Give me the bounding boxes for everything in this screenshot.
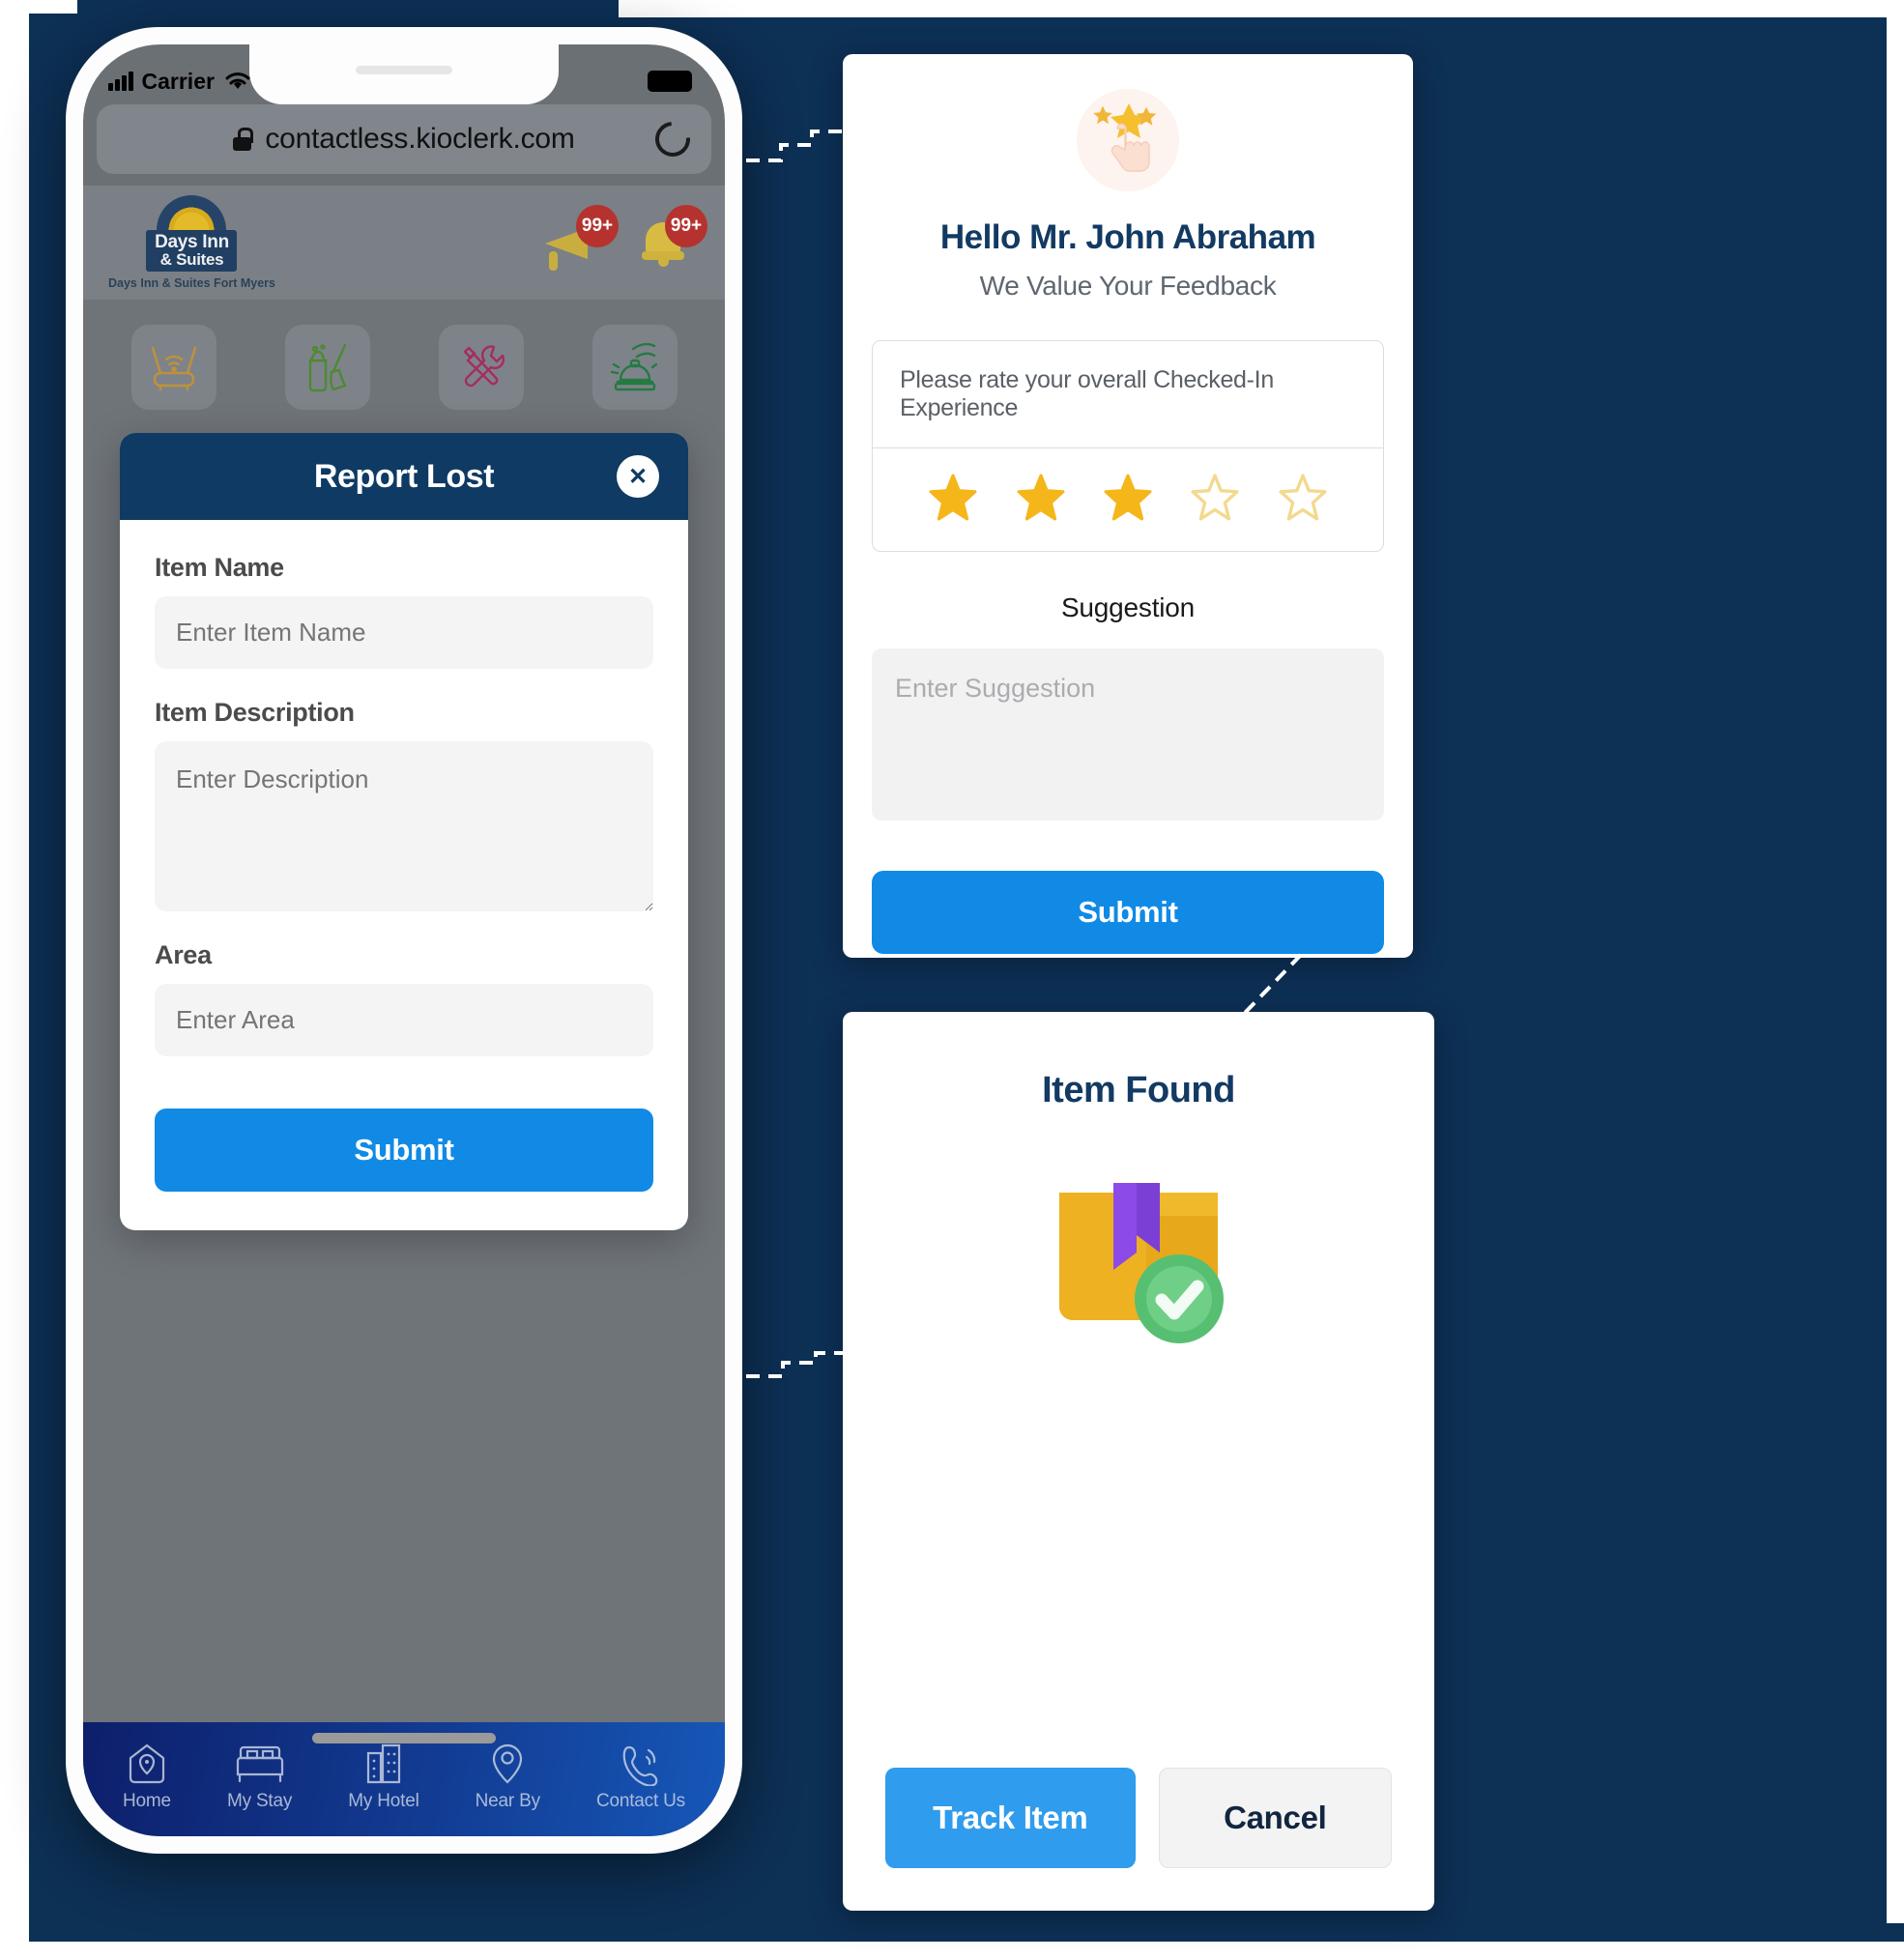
modal-body: Item Name Item Description Area Submit	[120, 520, 688, 1230]
connector-line-found2	[746, 1351, 858, 1378]
page-edge-left	[0, 0, 29, 1959]
connector-line-feedback	[746, 130, 858, 162]
page-root: Carrier contactless.kioclerk.com Days In…	[0, 0, 1904, 1959]
logo-line-2: & Suites	[159, 250, 224, 269]
phone-notch	[249, 44, 559, 104]
maintenance-tools-icon	[463, 345, 505, 388]
nav-label-near-by: Near By	[475, 1790, 540, 1811]
modal-header: Report Lost ✕	[120, 433, 688, 520]
hotel-header: Days Inn & Suites Days Inn & Suites Fort…	[83, 186, 725, 300]
item-name-input[interactable]	[155, 596, 653, 669]
package-check-icon	[1038, 1158, 1239, 1356]
item-found-title: Item Found	[1042, 1070, 1235, 1110]
hotel-logo: Days Inn & Suites Days Inn & Suites Fort…	[108, 195, 275, 290]
lock-icon	[233, 128, 253, 151]
suggestion-input[interactable]: Enter Suggestion	[872, 648, 1384, 821]
announcements-button[interactable]: 99+	[543, 205, 619, 271]
notifications-button[interactable]: 99+	[632, 205, 707, 271]
page-edge-topleft	[0, 0, 77, 14]
browser-url-bar[interactable]: contactless.kioclerk.com	[97, 104, 711, 174]
logo-line-1: Days Inn	[155, 232, 229, 252]
service-shortcuts	[83, 300, 725, 431]
service-bell-button[interactable]	[591, 325, 678, 410]
signal-bars-icon	[108, 72, 133, 91]
area-input[interactable]	[155, 984, 653, 1056]
connector-line-found	[1243, 953, 1303, 1015]
star-filled-icon[interactable]	[928, 474, 978, 522]
suggestion-label: Suggestion	[1060, 592, 1196, 622]
announcements-badge: 99+	[576, 205, 619, 247]
star-filled-icon[interactable]	[1103, 474, 1153, 522]
service-housekeeping-button[interactable]	[284, 325, 370, 410]
feedback-greeting: Hello Mr. John Abraham	[939, 218, 1316, 256]
service-bell-icon	[610, 342, 657, 391]
cancel-button[interactable]: Cancel	[1158, 1768, 1392, 1868]
notification-group: 99+ 99+	[543, 205, 707, 271]
service-maintenance-button[interactable]	[438, 325, 524, 410]
modal-title: Report Lost	[313, 457, 495, 495]
nav-label-my-hotel: My Hotel	[348, 1790, 419, 1811]
item-found-card: Item Found Track Item Cancel	[843, 1012, 1434, 1911]
rating-section: Please rate your overall Checked-In Expe…	[872, 340, 1384, 552]
close-icon[interactable]: ✕	[617, 455, 659, 498]
notifications-badge: 99+	[665, 205, 707, 247]
feedback-card: Hello Mr. John Abraham We Value Your Fee…	[843, 54, 1413, 958]
hand-tap-stars-icon	[1077, 89, 1179, 191]
feedback-submit-button[interactable]: Submit	[872, 871, 1384, 954]
wifi-router-icon	[151, 346, 196, 391]
nav-item-near-by[interactable]: Near By	[476, 1742, 540, 1812]
nav-item-my-stay[interactable]: My Stay	[227, 1742, 292, 1812]
nav-item-home[interactable]: Home	[123, 1742, 171, 1812]
rating-stars[interactable]	[873, 448, 1383, 551]
service-wifi-button[interactable]	[130, 325, 216, 410]
phone-mockup: Carrier contactless.kioclerk.com Days In…	[66, 27, 742, 1854]
feedback-subtitle: We Value Your Feedback	[979, 271, 1277, 301]
building-icon	[366, 1743, 401, 1783]
nav-item-contact-us[interactable]: Contact Us	[596, 1742, 685, 1812]
nav-label-contact-us: Contact Us	[595, 1790, 685, 1811]
star-empty-icon[interactable]	[1278, 474, 1328, 522]
housekeeping-broom-icon	[308, 343, 347, 392]
reload-icon[interactable]	[648, 114, 698, 164]
nav-label-my-stay: My Stay	[226, 1790, 293, 1811]
report-lost-submit-button[interactable]: Submit	[155, 1109, 653, 1192]
page-edge-bottom	[0, 1942, 1904, 1959]
phone-call-icon	[622, 1745, 658, 1786]
bed-icon	[236, 1745, 283, 1782]
star-empty-icon[interactable]	[1190, 474, 1240, 522]
home-pin-icon	[129, 1743, 165, 1783]
track-item-button[interactable]: Track Item	[885, 1768, 1136, 1868]
nav-label-home: Home	[123, 1790, 171, 1811]
wifi-icon	[225, 72, 250, 89]
area-label: Area	[155, 940, 212, 969]
report-lost-modal: Report Lost ✕ Item Name Item Description…	[120, 433, 688, 1230]
battery-icon	[648, 71, 692, 92]
item-name-label: Item Name	[155, 553, 284, 582]
rating-question: Please rate your overall Checked-In Expe…	[873, 341, 1383, 448]
item-description-input[interactable]	[155, 741, 653, 911]
url-text: contactless.kioclerk.com	[265, 123, 575, 155]
notch-speaker	[356, 66, 452, 74]
location-pin-icon	[493, 1743, 523, 1784]
nav-item-my-hotel[interactable]: My Hotel	[348, 1742, 419, 1812]
star-filled-icon[interactable]	[1016, 474, 1066, 522]
page-edge-top	[619, 0, 1904, 17]
hotel-name-label: Days Inn & Suites Fort Myers	[108, 276, 275, 290]
item-description-label: Item Description	[155, 698, 355, 727]
home-indicator	[312, 1733, 496, 1743]
page-edge-right	[1887, 0, 1904, 1923]
sunrise-icon	[157, 195, 227, 230]
phone-screen: Carrier contactless.kioclerk.com Days In…	[83, 44, 725, 1836]
carrier-label: Carrier	[141, 68, 215, 94]
